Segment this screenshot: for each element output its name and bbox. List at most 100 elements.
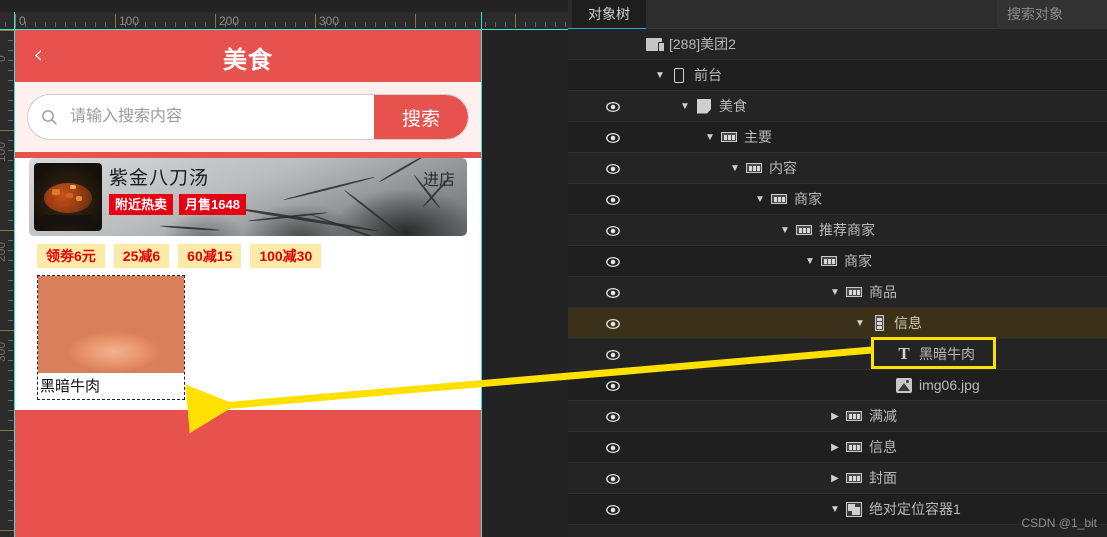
tree-row[interactable]: ▼ 美食	[568, 91, 1107, 122]
chevron-down-icon[interactable]: ▼	[828, 502, 842, 516]
ruler-tick	[485, 22, 486, 27]
merchant-banner: 紫金八刀汤 进店 附近热卖 月售1648	[29, 158, 467, 236]
tree-row[interactable]: ▼ 前台	[568, 60, 1107, 91]
eye-visibility-icon[interactable]	[606, 348, 620, 362]
ruler-tick	[545, 22, 546, 27]
ruler-tick	[0, 530, 14, 531]
vbox-icon	[870, 315, 888, 331]
tree-node: ▼ 商家	[753, 189, 822, 209]
ruler-tick	[435, 22, 436, 27]
chevron-down-icon[interactable]: ▼	[703, 130, 717, 144]
ruler-tick	[8, 220, 13, 221]
ruler-label: 300	[0, 341, 8, 362]
eye-visibility-icon[interactable]	[606, 224, 620, 238]
horizontal-ruler[interactable]: 0 100 200 300	[0, 12, 568, 30]
tree-tab-bar: 对象树 搜索对象	[568, 0, 1107, 30]
coupon-tag[interactable]: 60减15	[178, 244, 242, 268]
coupon-tag[interactable]: 领劵6元	[37, 244, 105, 268]
chevron-down-icon[interactable]: ▼	[653, 68, 667, 82]
eye-visibility-icon[interactable]	[606, 193, 620, 207]
ruler-tick	[8, 370, 13, 371]
search-button[interactable]: 搜索	[374, 95, 468, 139]
tree-row[interactable]: ▼ 商品	[568, 277, 1107, 308]
search-object-input[interactable]: 搜索对象	[997, 0, 1107, 29]
tree-row[interactable]: [288]美团2	[568, 29, 1107, 60]
eye-visibility-icon[interactable]	[606, 100, 620, 114]
ruler-tick	[8, 120, 13, 121]
tree-row[interactable]: ▶ 封面	[568, 463, 1107, 494]
chevron-down-icon[interactable]: ▼	[853, 316, 867, 330]
eye-visibility-icon[interactable]	[606, 379, 620, 393]
ruler-label: 100	[0, 141, 8, 162]
tree-row[interactable]: ▼ 商家	[568, 184, 1107, 215]
tree-row[interactable]: ▼ 商家	[568, 246, 1107, 277]
tree-row-label: 商品	[869, 284, 897, 300]
chevron-down-icon[interactable]: ▼	[678, 99, 692, 113]
ruler-tick	[8, 450, 13, 451]
ruler-tick	[565, 22, 566, 27]
object-tree-panel: 对象树 搜索对象 [288]美团2 ▼ 前台 ▼ 美食 ▼ 主要 ▼ 内容 ▼ 商家 ▼ 推荐商家 ▼ 商家…	[568, 0, 1107, 537]
caret-placeholder	[878, 378, 892, 392]
chevron-right-icon[interactable]: ▶	[828, 409, 842, 423]
selected-product-cell[interactable]: 黑暗牛肉	[37, 275, 185, 400]
ruler-tick	[405, 22, 406, 27]
chevron-down-icon[interactable]: ▼	[803, 254, 817, 268]
tree-row[interactable]: img06.jpg	[568, 370, 1107, 401]
eye-visibility-icon[interactable]	[606, 162, 620, 176]
tree-row[interactable]: ▼ 内容	[568, 153, 1107, 184]
chevron-down-icon[interactable]: ▼	[828, 285, 842, 299]
tree-row[interactable]: ▼ 推荐商家	[568, 215, 1107, 246]
ruler-tick	[65, 22, 66, 27]
chevron-down-icon[interactable]: ▼	[778, 223, 792, 237]
ruler-tick	[445, 22, 446, 27]
ruler-tick	[55, 22, 56, 27]
ruler-tick	[0, 130, 14, 131]
ruler-tick	[375, 22, 376, 27]
ruler-tick	[8, 100, 13, 101]
search-input[interactable]	[70, 95, 374, 139]
coupon-tag[interactable]: 100减30	[250, 244, 322, 268]
chevron-down-icon[interactable]: ▼	[753, 192, 767, 206]
ruler-tick	[205, 22, 206, 27]
chevron-down-icon[interactable]: ▼	[728, 161, 742, 175]
tree-row[interactable]: ▶ 满减	[568, 401, 1107, 432]
ruler-tick	[8, 480, 13, 481]
tree-node: ▼ 推荐商家	[778, 220, 875, 240]
ruler-tick	[265, 22, 266, 27]
eye-visibility-icon[interactable]	[606, 131, 620, 145]
ruler-tick	[8, 440, 13, 441]
tree-row[interactable]: ▼ 信息	[568, 308, 1107, 339]
chevron-right-icon[interactable]: ▶	[828, 440, 842, 454]
ruler-tick	[8, 300, 13, 301]
eye-visibility-icon[interactable]	[606, 410, 620, 424]
tree-row[interactable]: ▶ 信息	[568, 432, 1107, 463]
phone-icon	[670, 67, 688, 83]
tree-node: T 黑暗牛肉	[878, 344, 975, 364]
coupon-tag[interactable]: 25减6	[113, 244, 170, 268]
tree-node: img06.jpg	[878, 377, 980, 393]
ruler-tick	[425, 22, 426, 27]
tree-row[interactable]: T 黑暗牛肉	[568, 339, 1107, 370]
tree-row[interactable]: ▼ 主要	[568, 122, 1107, 153]
eye-visibility-icon[interactable]	[606, 441, 620, 455]
chevron-right-icon[interactable]: ▶	[828, 471, 842, 485]
ruler-tick	[0, 230, 14, 231]
ruler-tick	[115, 14, 116, 28]
eye-visibility-icon[interactable]	[606, 317, 620, 331]
vertical-ruler[interactable]: 0 100 200 300	[0, 30, 14, 537]
tree-row-label: 绝对定位容器1	[869, 501, 961, 517]
eye-visibility-icon[interactable]	[606, 286, 620, 300]
ruler-tick	[8, 60, 13, 61]
merchant-tag-list: 附近热卖 月售1648	[109, 194, 246, 215]
eye-visibility-icon[interactable]	[606, 503, 620, 517]
ruler-tick	[185, 22, 186, 27]
ruler-tick	[8, 150, 13, 151]
tab-object-tree[interactable]: 对象树	[572, 0, 646, 29]
ruler-label: 100	[119, 14, 140, 28]
ruler-tick	[8, 270, 13, 271]
eye-visibility-icon[interactable]	[606, 472, 620, 486]
eye-visibility-icon[interactable]	[606, 255, 620, 269]
page-title: 美食	[223, 47, 273, 74]
enter-shop-button[interactable]: 进店	[423, 166, 455, 190]
ruler-tick	[8, 510, 13, 511]
